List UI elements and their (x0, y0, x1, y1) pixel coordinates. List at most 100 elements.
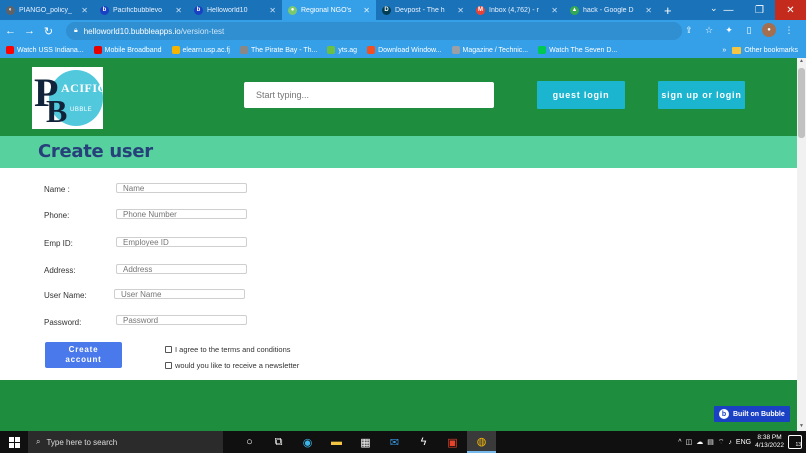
profile-avatar[interactable]: ● (762, 23, 776, 37)
name-input[interactable] (116, 183, 247, 193)
share-icon[interactable]: ⇪ (682, 22, 696, 38)
bubble-icon: b (194, 5, 203, 15)
office-icon[interactable]: ▣ (438, 431, 467, 453)
menu-icon[interactable]: ⋮ (782, 22, 796, 38)
clock[interactable]: 8:38 PM 4/13/2022 (755, 434, 784, 450)
emp-id-input[interactable] (116, 237, 247, 247)
close-tab-icon[interactable]: ✕ (645, 6, 652, 15)
newsletter-checkbox[interactable] (165, 362, 172, 369)
elearn-icon (171, 46, 180, 54)
page-content: P B ACIFIC UBBLE guest login sign up or … (0, 58, 797, 431)
bookmark-item[interactable]: yts.ag (327, 46, 357, 54)
bubble-logo-icon: b (719, 409, 729, 419)
lock-icon: 🔒︎ (74, 27, 78, 34)
browser-tab[interactable]: ▲ hack - Google D ✕ (564, 0, 658, 20)
scroll-down-icon[interactable]: ▼ (797, 423, 806, 431)
bookmark-item[interactable]: Watch USS Indiana... (6, 46, 84, 54)
bookmark-item[interactable]: elearn.usp.ac.fj (171, 46, 230, 54)
maximize-icon[interactable]: ❐ (744, 0, 775, 20)
guest-login-button[interactable]: guest login (537, 81, 625, 109)
bubble-icon: b (100, 5, 109, 15)
minimize-icon[interactable]: — (713, 0, 744, 20)
address-bar[interactable]: 🔒︎ helloworld10.bubbleapps.io/version-te… (66, 22, 682, 40)
password-label: Password: (44, 318, 82, 327)
windows-logo-icon (8, 436, 20, 448)
sidebar-icon[interactable]: ▯ (742, 22, 756, 38)
username-label: User Name: (44, 291, 87, 300)
star-icon[interactable]: ☆ (702, 22, 716, 38)
bookmark-item[interactable]: Download Window... (367, 46, 442, 54)
back-icon[interactable]: ← (2, 23, 19, 40)
reload-icon[interactable]: ↻ (40, 23, 57, 40)
new-tab-button[interactable]: + (664, 3, 672, 18)
wifi-icon[interactable]: ⌔ (718, 438, 725, 447)
browser-tab[interactable]: b Helloworld10 ✕ (188, 0, 282, 20)
task-view-icon[interactable]: ⧉ (264, 431, 293, 453)
taskbar-search[interactable]: ⌕ Type here to search (28, 431, 223, 453)
terms-checkbox-row[interactable]: I agree to the terms and conditions (165, 345, 291, 354)
phone-input[interactable] (116, 209, 247, 219)
volume-icon[interactable]: ♪ (728, 439, 732, 446)
more-bookmarks-chevron[interactable]: » (722, 47, 726, 54)
signup-login-button[interactable]: sign up or login (658, 81, 745, 109)
built-on-bubble-badge[interactable]: b Built on Bubble (714, 406, 790, 422)
bookmark-item[interactable]: Magazine / Technic... (451, 46, 528, 54)
edge-icon[interactable]: ◉ (293, 431, 322, 453)
close-window-icon[interactable]: ✕ (775, 0, 806, 20)
browser-toolbar: ← → ↻ 🔒︎ helloworld10.bubbleapps.io/vers… (0, 20, 806, 42)
notifications-icon[interactable]: 13 (788, 435, 802, 449)
browser-tab[interactable]: M Inbox (4,762) - r ✕ (470, 0, 564, 20)
globe-icon: ● (288, 5, 297, 15)
newsletter-checkbox-row[interactable]: would you like to receive a newsletter (165, 361, 299, 370)
close-tab-icon[interactable]: ✕ (363, 6, 370, 15)
extensions-icon[interactable]: ✦ (722, 22, 736, 38)
browser-tab-active[interactable]: ● Regional NGO's ✕ (282, 0, 376, 20)
browser-tab[interactable]: ◐ PIANGO_policy_ ✕ (0, 0, 94, 20)
scrollbar-thumb[interactable] (798, 68, 805, 138)
window-controls: — ❐ ✕ (713, 0, 806, 20)
youtube-icon (6, 46, 14, 54)
terms-checkbox[interactable] (165, 346, 172, 353)
title-band: Create user (0, 136, 797, 168)
page-scrollbar[interactable]: ▲ ▼ (797, 58, 806, 431)
close-tab-icon[interactable]: ✕ (551, 6, 558, 15)
tray-chevron-icon[interactable]: ^ (678, 439, 681, 446)
file-explorer-icon[interactable]: ▬ (322, 431, 351, 453)
close-tab-icon[interactable]: ✕ (81, 6, 88, 15)
phone-label: Phone: (44, 211, 70, 220)
browser-tab[interactable]: b Pacificbubblevo ✕ (94, 0, 188, 20)
cortana-icon[interactable]: ○ (235, 431, 264, 453)
password-input[interactable] (116, 315, 247, 325)
pacific-bubble-logo[interactable]: P B ACIFIC UBBLE (32, 67, 103, 129)
gmail-icon: M (476, 5, 485, 15)
language-indicator[interactable]: ENG (736, 439, 751, 446)
scroll-up-icon[interactable]: ▲ (797, 58, 806, 66)
chrome-icon[interactable]: ◍ (467, 431, 496, 453)
create-account-button[interactable]: Create account (45, 342, 122, 368)
forward-icon[interactable]: → (21, 23, 38, 40)
bookmark-item[interactable]: Mobile Broadband (93, 46, 162, 54)
browser-tab[interactable]: D Devpost - The h ✕ (376, 0, 470, 20)
bookmark-item[interactable]: The Pirate Bay - Th... (239, 46, 317, 54)
name-label: Name : (44, 185, 70, 194)
close-tab-icon[interactable]: ✕ (269, 6, 276, 15)
store-icon[interactable]: ▦ (351, 431, 380, 453)
other-bookmarks[interactable]: Other bookmarks (732, 46, 798, 54)
close-tab-icon[interactable]: ✕ (175, 6, 182, 15)
onedrive-icon[interactable]: ☁ (696, 438, 703, 446)
search-input[interactable] (244, 82, 494, 108)
bookmark-item[interactable]: Watch The Seven D... (538, 46, 617, 54)
newsletter-label: would you like to receive a newsletter (175, 361, 300, 370)
address-input[interactable] (116, 264, 247, 274)
page-title: Create user (38, 141, 153, 162)
mail-icon[interactable]: ✉ (380, 431, 409, 453)
vodafone-icon (93, 46, 102, 54)
network-icon[interactable]: ▤ (707, 438, 714, 446)
username-input[interactable] (114, 289, 245, 299)
magazine-icon (451, 46, 460, 54)
app-bolt-icon[interactable]: ϟ (409, 431, 438, 453)
close-tab-icon[interactable]: ✕ (457, 6, 464, 15)
create-user-form: Name : Phone: Emp ID: Address: User Name… (0, 168, 797, 380)
meet-now-icon[interactable]: ◫ (686, 438, 693, 446)
start-button[interactable] (0, 431, 28, 453)
